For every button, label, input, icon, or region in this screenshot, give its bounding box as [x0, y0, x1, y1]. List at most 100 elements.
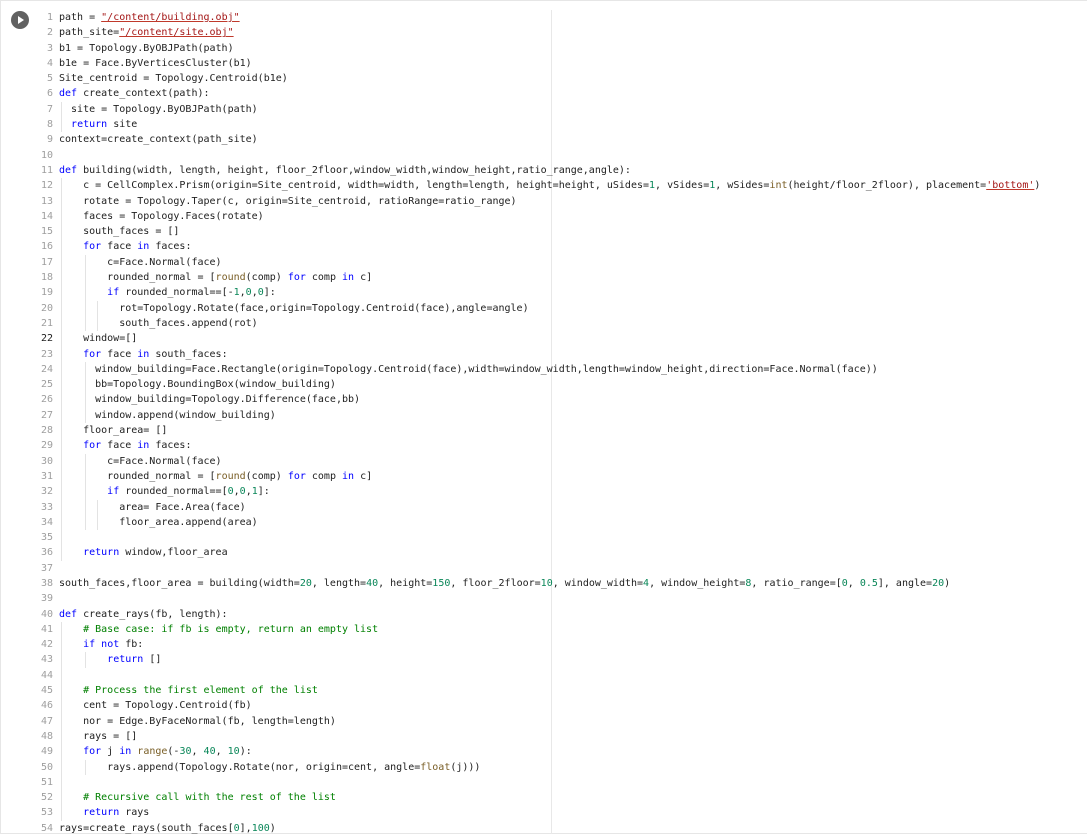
code-line[interactable]: 7 site = Topology.ByOBJPath(path)	[37, 101, 1087, 118]
code-line[interactable]: 22 window=[]	[37, 331, 1087, 347]
code-text: rays=create_rays(south_faces[0],100)	[59, 822, 276, 834]
indent-guide	[85, 270, 86, 286]
code-line[interactable]: 3 b1 = Topology.ByOBJPath(path)	[37, 41, 1087, 56]
code-line[interactable]: 14 faces = Topology.Faces(rotate)	[37, 208, 1087, 225]
code-line[interactable]: 38 south_faces,floor_area = building(widt…	[37, 576, 1087, 591]
indent-guide	[61, 484, 62, 500]
code-line[interactable]: 34 floor_area.append(area)	[37, 514, 1087, 531]
code-text: return []	[107, 654, 162, 666]
code-line[interactable]: 31 rounded_normal = [round(comp) for com…	[37, 468, 1087, 485]
code-line[interactable]: 11 def building(width, length, height, fl…	[37, 163, 1087, 178]
code-line[interactable]: 30 c=Face.Normal(face)	[37, 453, 1087, 469]
line-number: 16	[40, 241, 53, 253]
code-line[interactable]: 32 if rounded_normal==[0,0,1]:	[37, 484, 1087, 500]
line-number: 4	[46, 57, 53, 69]
code-line[interactable]: 45 # Process the first element of the li…	[37, 683, 1087, 699]
code-text: c=Face.Normal(face)	[59, 455, 222, 467]
code-line[interactable]: 37	[37, 561, 1087, 576]
code-line[interactable]: 29 for face in faces:	[37, 438, 1087, 454]
code-line[interactable]: 35	[37, 530, 1087, 546]
code-text: for face in faces:	[83, 241, 192, 253]
code-line[interactable]: 39	[37, 591, 1087, 606]
code-line[interactable]: 52 # Recursive call with the rest of the…	[37, 790, 1087, 806]
code-text: rays.append(Topology.Rotate(nor, origin=…	[59, 761, 481, 773]
code-text: context=create_context(path_site)	[59, 134, 258, 146]
code-line[interactable]: 27 window.append(window_building)	[37, 407, 1087, 424]
indent-guide	[61, 407, 62, 424]
line-number: 18	[40, 272, 53, 284]
indent-guide	[85, 484, 86, 500]
code-line[interactable]: 10	[37, 148, 1087, 163]
code-line[interactable]: 46 cent = Topology.Centroid(fb)	[37, 698, 1087, 714]
line-number: 45	[40, 685, 53, 697]
code-line[interactable]: 48 rays = []	[37, 728, 1087, 745]
code-line[interactable]: 21 south_faces.append(rot)	[37, 315, 1087, 332]
indent-guide	[61, 254, 62, 271]
code-cell[interactable]: 1 path = "/content/building.obj" 2 path_sit…	[0, 0, 1087, 834]
code-line[interactable]: 17 c=Face.Normal(face)	[37, 254, 1087, 271]
code-text: window_building=Topology.Difference(face…	[59, 394, 361, 406]
code-line[interactable]: 33 area= Face.Area(face)	[37, 499, 1087, 515]
indent-guide	[61, 621, 62, 638]
play-circle-icon[interactable]	[11, 11, 29, 29]
code-line[interactable]: 36 return window,floor_area	[37, 545, 1087, 561]
line-number: 6	[46, 88, 53, 100]
code-line[interactable]: 18 rounded_normal = [round(comp) for com…	[37, 270, 1087, 286]
line-number: 3	[46, 42, 53, 54]
code-line[interactable]: 23 for face in south_faces:	[37, 346, 1087, 362]
code-line[interactable]: 41 # Base case: if fb is empty, return a…	[37, 621, 1087, 638]
code-line[interactable]: 4 b1e = Face.ByVerticesCluster(b1)	[37, 56, 1087, 71]
indent-guide	[85, 652, 86, 668]
line-number: 24	[40, 363, 53, 375]
indent-guide	[61, 315, 62, 332]
indent-guide	[97, 514, 98, 531]
code-line[interactable]: 6 def create_context(path):	[37, 86, 1087, 101]
code-line[interactable]: 53 return rays	[37, 805, 1087, 821]
code-text: rays = []	[59, 730, 138, 742]
code-line[interactable]: 24 window_building=Face.Rectangle(origin…	[37, 361, 1087, 378]
code-line[interactable]: 13 rotate = Topology.Taper(c, origin=Sit…	[37, 193, 1087, 209]
indent-guide	[85, 468, 86, 485]
code-line[interactable]: 8 return site	[37, 117, 1087, 133]
indent-guide	[61, 744, 62, 760]
indent-guide	[61, 453, 62, 469]
code-line[interactable]: 44	[37, 667, 1087, 684]
code-line[interactable]: 50 rays.append(Topology.Rotate(nor, orig…	[37, 759, 1087, 775]
line-number: 2	[46, 27, 53, 39]
code-editor[interactable]: 1 path = "/content/building.obj" 2 path_sit…	[37, 10, 1087, 834]
line-number: 29	[40, 440, 53, 452]
indent-guide	[61, 224, 62, 240]
line-number: 50	[40, 761, 53, 773]
indent-guide	[61, 178, 62, 194]
code-line[interactable]: 28 floor_area= []	[37, 423, 1087, 439]
indent-guide	[61, 117, 62, 133]
code-line[interactable]: 40 def create_rays(fb, length):	[37, 607, 1087, 622]
code-line[interactable]: 51	[37, 774, 1087, 791]
code-text: site = Topology.ByOBJPath(path)	[59, 103, 258, 115]
code-text: south_faces,floor_area = building(width=…	[59, 577, 951, 589]
code-line[interactable]: 43 return []	[37, 652, 1087, 668]
line-number: 28	[40, 425, 53, 437]
code-line[interactable]: 19 if rounded_normal==[-1,0,0]:	[37, 285, 1087, 301]
code-line[interactable]: 26 window_building=Topology.Difference(f…	[37, 392, 1087, 408]
code-line[interactable]: 1 path = "/content/building.obj"	[37, 10, 1087, 25]
code-text: return site	[71, 119, 138, 131]
code-line[interactable]: 16 for face in faces:	[37, 239, 1087, 255]
code-line[interactable]: 20 rot=Topology.Rotate(face,origin=Topol…	[37, 300, 1087, 316]
code-line[interactable]: 49 for j in range(-30, 40, 10):	[37, 744, 1087, 760]
code-text: rotate = Topology.Taper(c, origin=Site_c…	[59, 195, 517, 207]
code-line[interactable]: 2 path_site="/content/site.obj"	[37, 25, 1087, 40]
code-line[interactable]: 12 c = CellComplex.Prism(origin=Site_cen…	[37, 178, 1087, 194]
code-line[interactable]: 25 bb=Topology.BoundingBox(window_buildi…	[37, 377, 1087, 393]
code-line[interactable]: 47 nor = Edge.ByFaceNormal(fb, length=le…	[37, 713, 1087, 729]
line-number: 14	[40, 210, 53, 222]
code-line[interactable]: 15 south_faces = []	[37, 224, 1087, 240]
code-text: south_faces = []	[59, 226, 180, 238]
code-line[interactable]: 42 if not fb:	[37, 637, 1087, 653]
code-line[interactable]: 9 context=create_context(path_site)	[37, 132, 1087, 147]
line-number: 15	[40, 226, 53, 238]
code-line[interactable]: 5 Site_centroid = Topology.Centroid(b1e)	[37, 71, 1087, 86]
line-number: 41	[40, 623, 53, 635]
code-text: b1 = Topology.ByOBJPath(path)	[59, 42, 234, 54]
indent-guide	[61, 713, 62, 729]
